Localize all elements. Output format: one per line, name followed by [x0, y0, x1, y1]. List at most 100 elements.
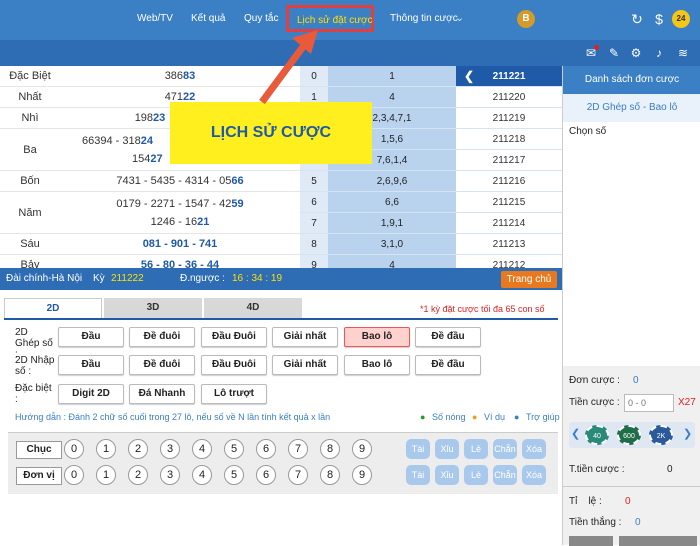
bet-type-button[interactable]: Giải nhất [272, 355, 338, 375]
tab-3d[interactable]: 3D [104, 298, 202, 318]
nav-lichsu[interactable]: Lịch sử đặt cược [297, 15, 373, 26]
number-ball[interactable]: 0 [64, 439, 84, 459]
don-cuoc-label: Đơn cược : [569, 375, 620, 386]
number-ball[interactable]: 6 [256, 439, 276, 459]
quick-clear-button[interactable]: Xóa [522, 465, 546, 485]
nav-quytac[interactable]: Quy tắc [244, 13, 278, 24]
example-link[interactable]: Ví dụ [484, 412, 505, 422]
nav-webtv[interactable]: Web/TV [137, 13, 173, 24]
speaker-icon[interactable]: ♪ [651, 45, 667, 61]
tien-cuoc-input[interactable] [624, 394, 674, 412]
number-ball[interactable]: 2 [128, 439, 148, 459]
ky-item[interactable]: ❮ 211221 [456, 66, 562, 86]
number-ball[interactable]: 6 [256, 465, 276, 485]
tools-icon[interactable]: ✎ [606, 45, 622, 61]
refresh-icon[interactable]: ↻ [628, 10, 646, 28]
result-tail: 23 [153, 112, 166, 124]
ky-item[interactable]: 211214 [456, 213, 562, 233]
ky-item[interactable]: 211219 [456, 108, 562, 128]
bet-type-button[interactable]: Đầu [58, 355, 124, 375]
bet-type-button[interactable]: Đầu Đuôi [201, 327, 267, 347]
number-ball[interactable]: 2 [128, 465, 148, 485]
avatar[interactable]: B [517, 10, 535, 28]
result-tail: 081 - 901 - 741 [142, 238, 218, 250]
bet-type-button[interactable]: Đề đầu [415, 327, 481, 347]
ky-item[interactable]: 211220 [456, 87, 562, 107]
bet-type-button[interactable]: Bao lô [344, 355, 410, 375]
digit-head: 5 [300, 171, 328, 191]
chip-2k[interactable]: 2K [649, 425, 673, 445]
gear-icon[interactable]: ⚙ [628, 45, 644, 61]
bet-type-button[interactable]: Đá Nhanh [129, 384, 195, 404]
tab-2d[interactable]: 2D [4, 298, 102, 318]
quick-xiu-button[interactable]: Xỉu [435, 465, 459, 485]
quick-clear-button[interactable]: Xóa [522, 439, 546, 459]
number-ball[interactable]: 7 [288, 465, 308, 485]
quick-chan-button[interactable]: Chẵn [493, 439, 517, 459]
ky-item[interactable]: 211217 [456, 150, 562, 170]
limit-warning: *1 kỳ đặt cược tối đa 65 con số [420, 304, 545, 314]
ky-value: 211222 [111, 273, 144, 284]
bet-type-button[interactable]: Đầu [58, 327, 124, 347]
number-ball[interactable]: 9 [352, 439, 372, 459]
chip-600[interactable]: 600 [617, 425, 641, 445]
ky-value: 211221 [492, 70, 526, 82]
chevron-left-icon[interactable]: ❮ [464, 69, 474, 83]
help-link[interactable]: Trợ giúp [526, 412, 560, 422]
number-ball[interactable]: 4 [192, 439, 212, 459]
digit-tails: 1,9,1 [328, 213, 456, 233]
result-tail: 83 [183, 70, 196, 82]
quick-le-button[interactable]: Lẻ [464, 465, 488, 485]
number-ball[interactable]: 9 [352, 465, 372, 485]
currency-icon[interactable]: $ [650, 10, 668, 28]
tab-4d[interactable]: 4D [204, 298, 302, 318]
result-num: 66394 - 318 [82, 134, 141, 147]
number-picker: Chục Đơn vị 0 1 2 3 4 5 6 7 8 9 0 1 2 3 … [8, 432, 558, 494]
digit-row: 5 2,6,9,6 211216 [300, 171, 562, 192]
bet-type-button-selected[interactable]: Bao lô [344, 327, 410, 347]
ky-item[interactable]: 211216 [456, 171, 562, 191]
ky-item[interactable]: 211215 [456, 192, 562, 212]
quick-le-button[interactable]: Lẻ [464, 439, 488, 459]
number-ball[interactable]: 3 [160, 465, 180, 485]
bet-type-button[interactable]: Đề đuôi [129, 327, 195, 347]
bet-type-button[interactable]: Giải nhất [272, 327, 338, 347]
home-button[interactable]: Trang chủ [501, 271, 557, 288]
number-ball[interactable]: 1 [96, 465, 116, 485]
wifi-icon[interactable]: ≋ [675, 45, 691, 61]
ky-item[interactable]: 211213 [456, 234, 562, 254]
nav-thongtin[interactable]: Thông tin cược [390, 13, 458, 24]
number-ball[interactable]: 1 [96, 439, 116, 459]
quick-xiu-button[interactable]: Xỉu [435, 439, 459, 459]
result-num: 198 [134, 112, 154, 124]
quick-chan-button[interactable]: Chẵn [493, 465, 517, 485]
digit-row: 6 6,6 211215 [300, 192, 562, 213]
quick-tai-button[interactable]: Tài [406, 465, 430, 485]
hot-numbers-link[interactable]: Số nóng [432, 412, 466, 422]
number-ball[interactable]: 3 [160, 439, 180, 459]
bet-type-button[interactable]: Đề đuôi [129, 355, 195, 375]
number-ball[interactable]: 5 [224, 439, 244, 459]
chevron-left-icon[interactable]: ❮ [571, 427, 580, 440]
number-ball[interactable]: 5 [224, 465, 244, 485]
nav-history-highlight[interactable]: Lịch sử đặt cược [286, 5, 374, 32]
chip-40[interactable]: 40 [585, 425, 609, 445]
digit-head: 8 [300, 234, 328, 254]
number-ball[interactable]: 4 [192, 465, 212, 485]
support-24-icon[interactable]: 24 [672, 10, 690, 28]
bet-type-button[interactable]: Lô trượt [201, 384, 267, 404]
number-ball[interactable]: 0 [64, 465, 84, 485]
bet-type-button[interactable]: Đầu Đuôi [201, 355, 267, 375]
bet-type-button[interactable]: Đề đầu [415, 355, 481, 375]
bet-type-button[interactable]: Digit 2D [58, 384, 124, 404]
number-ball[interactable]: 7 [288, 439, 308, 459]
chevron-down-icon[interactable]: ⌄ [455, 11, 464, 24]
number-ball[interactable]: 8 [320, 439, 340, 459]
nav-ketqua[interactable]: Kết quả [191, 13, 225, 24]
quick-tai-button[interactable]: Tài [406, 439, 430, 459]
chevron-right-icon[interactable]: ❯ [683, 427, 692, 440]
result-num: 154 [132, 152, 151, 165]
result-row: Đặc Biệt 38683 [0, 66, 300, 87]
ky-item[interactable]: 211218 [456, 129, 562, 149]
number-ball[interactable]: 8 [320, 465, 340, 485]
